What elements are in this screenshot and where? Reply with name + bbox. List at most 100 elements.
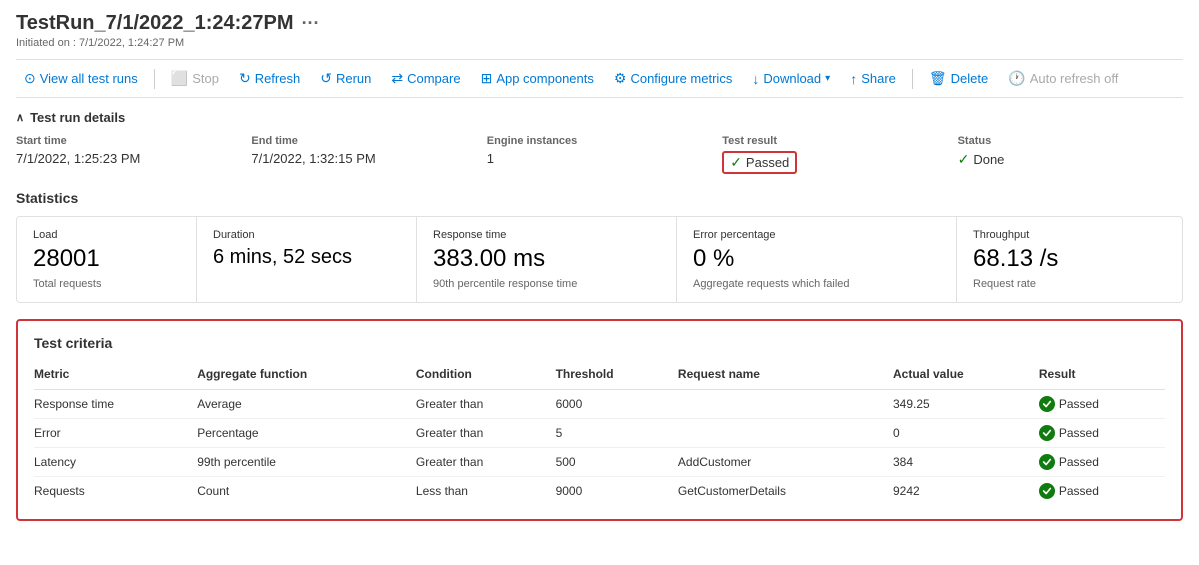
configure-metrics-button[interactable]: ⚙ Configure metrics xyxy=(606,66,740,91)
toolbar: ⊙ View all test runs ⬜ Stop ↻ Refresh ↺ … xyxy=(16,59,1183,98)
stat-duration: Duration 6 mins, 52 secs xyxy=(197,217,417,302)
status-text: Done xyxy=(973,152,1004,167)
compare-label: Compare xyxy=(407,71,460,86)
app-components-label: App components xyxy=(496,71,594,86)
share-label: Share xyxy=(861,71,896,86)
cell-condition: Greater than xyxy=(416,447,556,476)
stop-icon: ⬜ xyxy=(171,70,188,87)
result-passed-0: Passed xyxy=(1039,396,1157,412)
auto-refresh-button[interactable]: 🕐 Auto refresh off xyxy=(1000,66,1126,91)
configure-metrics-icon: ⚙ xyxy=(614,70,627,87)
stat-throughput-sublabel: Request rate xyxy=(973,278,1141,290)
cell-actual-value: 349.25 xyxy=(893,389,1039,418)
delete-label: Delete xyxy=(951,71,989,86)
cell-actual-value: 9242 xyxy=(893,476,1039,505)
download-icon: ↓ xyxy=(752,71,759,87)
stop-label: Stop xyxy=(192,71,219,86)
compare-button[interactable]: ⇄ Compare xyxy=(383,66,468,91)
more-options-button[interactable]: ··· xyxy=(302,13,320,34)
page-title: TestRun_7/1/2022_1:24:27PM xyxy=(16,12,294,35)
result-passed-2: Passed xyxy=(1039,454,1157,470)
table-row: Latency 99th percentile Greater than 500… xyxy=(34,447,1165,476)
cell-condition: Greater than xyxy=(416,418,556,447)
stat-error-pct: Error percentage 0 % Aggregate requests … xyxy=(677,217,957,302)
cell-threshold: 500 xyxy=(556,447,678,476)
app-components-icon: ⊞ xyxy=(481,70,493,87)
engine-instances-value: 1 xyxy=(487,151,712,166)
cell-condition: Less than xyxy=(416,476,556,505)
cell-result: Passed xyxy=(1039,476,1165,505)
app-components-button[interactable]: ⊞ App components xyxy=(473,66,602,91)
table-row: Response time Average Greater than 6000 … xyxy=(34,389,1165,418)
test-result-label: Test result xyxy=(722,135,947,147)
cell-metric: Latency xyxy=(34,447,197,476)
test-run-details-grid: Start time 7/1/2022, 1:25:23 PM End time… xyxy=(16,135,1183,174)
configure-metrics-label: Configure metrics xyxy=(630,71,732,86)
stat-error-pct-value: 0 % xyxy=(693,245,940,274)
end-time-item: End time 7/1/2022, 1:32:15 PM xyxy=(251,135,476,174)
result-passed-1: Passed xyxy=(1039,425,1157,441)
statistics-grid: Load 28001 Total requests Duration 6 min… xyxy=(16,216,1183,303)
initiated-value: 7/1/2022, 1:24:27 PM xyxy=(79,37,184,49)
result-text: Passed xyxy=(1059,426,1099,440)
rerun-button[interactable]: ↺ Rerun xyxy=(312,66,379,91)
result-passed-3: Passed xyxy=(1039,483,1157,499)
divider-1 xyxy=(154,69,155,89)
result-check-icon xyxy=(1039,454,1055,470)
download-label: Download xyxy=(763,71,821,86)
test-run-details-header[interactable]: ∧ Test run details xyxy=(16,110,1183,125)
table-row: Error Percentage Greater than 5 0 Passed xyxy=(34,418,1165,447)
engine-instances-label: Engine instances xyxy=(487,135,712,147)
stat-response-time-value: 383.00 ms xyxy=(433,245,660,274)
stat-response-time-sublabel: 90th percentile response time xyxy=(433,278,660,290)
chevron-icon: ∧ xyxy=(16,111,24,124)
col-threshold: Threshold xyxy=(556,363,678,390)
cell-threshold: 5 xyxy=(556,418,678,447)
result-check-icon xyxy=(1039,396,1055,412)
stat-load-sublabel: Total requests xyxy=(33,278,180,290)
stat-duration-label: Duration xyxy=(213,229,400,241)
stat-error-pct-sublabel: Aggregate requests which failed xyxy=(693,278,940,290)
result-check-icon xyxy=(1039,425,1055,441)
initiated-info: Initiated on : 7/1/2022, 1:24:27 PM xyxy=(16,37,1183,49)
status-item: Status ✓ Done xyxy=(958,135,1183,174)
passed-text: Passed xyxy=(746,155,789,170)
stop-button[interactable]: ⬜ Stop xyxy=(163,66,227,91)
download-button[interactable]: ↓ Download ▾ xyxy=(744,67,838,91)
test-criteria-section: Test criteria Metric Aggregate function … xyxy=(16,319,1183,521)
cell-result: Passed xyxy=(1039,389,1165,418)
col-request-name: Request name xyxy=(678,363,893,390)
test-result-item: Test result ✓ Passed xyxy=(722,135,947,174)
cell-result: Passed xyxy=(1039,447,1165,476)
cell-aggregate: Count xyxy=(197,476,416,505)
start-time-value: 7/1/2022, 1:25:23 PM xyxy=(16,151,241,166)
test-criteria-title: Test criteria xyxy=(34,335,1165,351)
refresh-button[interactable]: ↻ Refresh xyxy=(231,66,308,91)
stat-error-pct-label: Error percentage xyxy=(693,229,940,241)
auto-refresh-label: Auto refresh off xyxy=(1030,71,1119,86)
cell-metric: Response time xyxy=(34,389,197,418)
stat-throughput-label: Throughput xyxy=(973,229,1141,241)
cell-threshold: 9000 xyxy=(556,476,678,505)
stat-response-time: Response time 383.00 ms 90th percentile … xyxy=(417,217,677,302)
cell-request-name: GetCustomerDetails xyxy=(678,476,893,505)
delete-button[interactable]: 🗑 Delete xyxy=(921,66,996,91)
col-condition: Condition xyxy=(416,363,556,390)
cell-request-name xyxy=(678,418,893,447)
share-button[interactable]: ↑ Share xyxy=(842,67,904,91)
delete-icon: 🗑 xyxy=(929,70,947,87)
cell-actual-value: 384 xyxy=(893,447,1039,476)
stat-duration-value: 6 mins, 52 secs xyxy=(213,245,400,269)
col-metric: Metric xyxy=(34,363,197,390)
view-all-label: View all test runs xyxy=(40,71,138,86)
initiated-label: Initiated on : xyxy=(16,37,76,49)
refresh-icon: ↻ xyxy=(239,70,251,87)
rerun-icon: ↺ xyxy=(320,70,332,87)
cell-request-name: AddCustomer xyxy=(678,447,893,476)
criteria-table-header-row: Metric Aggregate function Condition Thre… xyxy=(34,363,1165,390)
view-all-button[interactable]: ⊙ View all test runs xyxy=(16,66,146,91)
result-text: Passed xyxy=(1059,397,1099,411)
result-check-icon xyxy=(1039,483,1055,499)
status-value: ✓ Done xyxy=(958,151,1183,168)
cell-threshold: 6000 xyxy=(556,389,678,418)
